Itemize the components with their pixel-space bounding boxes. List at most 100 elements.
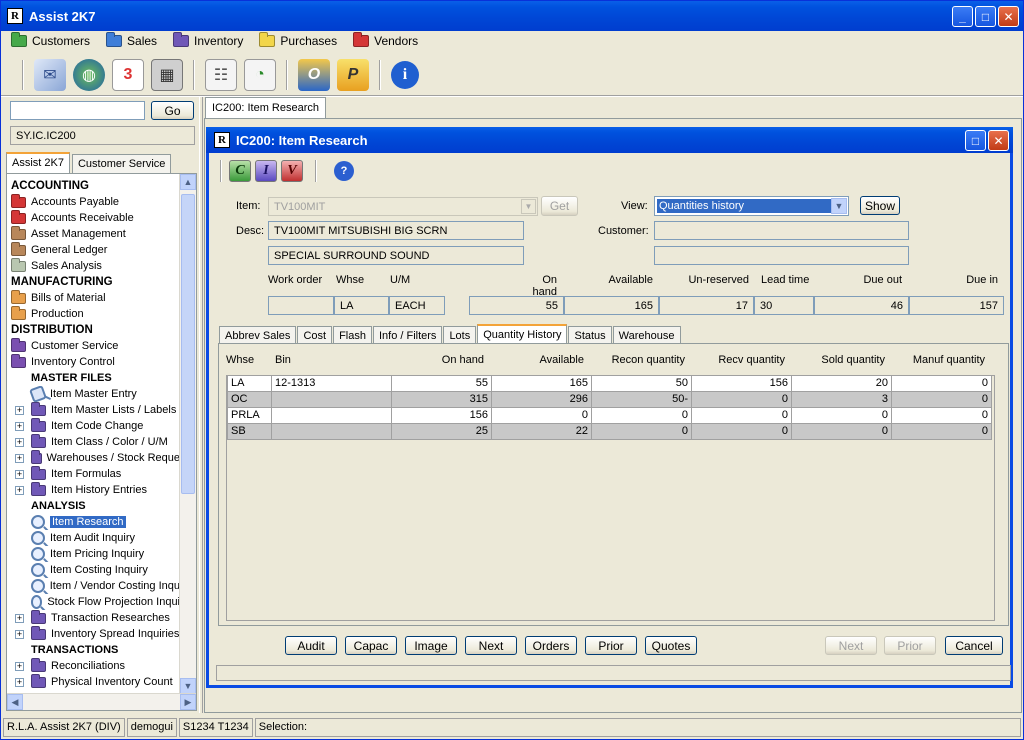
info-icon[interactable]: i — [391, 61, 419, 89]
tab-item-research[interactable]: IC200: Item Research — [205, 97, 326, 118]
inventory-icon[interactable]: I — [255, 160, 277, 182]
tree-folder-item[interactable]: Accounts Payable — [7, 194, 180, 210]
tree-folder-item[interactable]: + Item Class / Color / U/M — [7, 434, 180, 450]
menu-vendors[interactable]: Vendors — [347, 31, 424, 51]
tree-item-label: Accounts Receivable — [31, 212, 134, 224]
table-row[interactable]: LA 12-1313 55 165 50 156 20 0 — [227, 376, 992, 392]
expand-icon[interactable]: + — [15, 629, 24, 639]
tree-inquiry-item[interactable]: Item Costing Inquiry — [7, 562, 180, 578]
tree-folder-item[interactable]: + Item History Entries — [7, 482, 180, 498]
tree-folder-item[interactable]: + Item Code Change — [7, 418, 180, 434]
maximize-button[interactable]: □ — [975, 6, 996, 27]
tree-folder-item[interactable]: + Inventory Spread Inquiries — [7, 626, 180, 642]
tree-folder-item[interactable]: + Transaction Researches — [7, 610, 180, 626]
show-button[interactable]: Show — [860, 196, 900, 215]
tree-folder-item[interactable]: Inventory Control — [7, 354, 180, 370]
tree-folder-item[interactable]: Customer Service — [7, 338, 180, 354]
table-row[interactable]: PRLA 156 0 0 0 0 0 — [227, 408, 992, 424]
tree-inquiry-item[interactable]: Item Research — [7, 514, 180, 530]
tree-folder-item[interactable]: Sales Analysis — [7, 258, 180, 274]
table-row[interactable]: OC 315 296 50- 0 3 0 — [227, 392, 992, 408]
scroll-left-icon[interactable]: ◀ — [7, 694, 23, 710]
expand-icon[interactable]: + — [15, 453, 24, 463]
outlook-icon[interactable]: O — [298, 59, 330, 91]
tab-quantity-history[interactable]: Quantity History — [477, 324, 568, 345]
table-row[interactable]: SB 25 22 0 0 0 0 — [227, 424, 992, 440]
tree-folder-item[interactable]: General Ledger — [7, 242, 180, 258]
view-label: View: — [621, 200, 648, 212]
expand-icon[interactable]: + — [15, 437, 24, 447]
tree-inquiry-item[interactable]: Stock Flow Projection Inqui — [7, 594, 180, 610]
tree-folder-item[interactable]: Asset Management — [7, 226, 180, 242]
search-input[interactable] — [10, 101, 145, 120]
expand-icon[interactable]: + — [15, 661, 24, 671]
tree-horizontal-scrollbar[interactable]: ◀ ▶ — [7, 693, 196, 710]
col-whse: Whse — [226, 354, 255, 366]
tree-program-item[interactable]: Item Master Entry — [7, 386, 180, 402]
minimize-button[interactable]: _ — [952, 6, 973, 27]
title-bar[interactable]: R Assist 2K7 _ □ ✕ — [1, 1, 1023, 31]
tree-folder-item[interactable]: + Warehouses / Stock Reque — [7, 450, 180, 466]
menu-sales[interactable]: Sales — [100, 31, 163, 51]
expand-icon[interactable]: + — [15, 613, 24, 623]
expand-icon[interactable]: + — [15, 421, 24, 431]
prior-button[interactable]: Prior — [585, 636, 637, 655]
address-book-icon[interactable]: ☷ — [205, 59, 237, 91]
on-hand-field: 55 — [469, 296, 564, 315]
tree-folder-item[interactable]: Production — [7, 306, 180, 322]
expand-icon[interactable]: + — [15, 677, 24, 687]
capac-button[interactable]: Capac — [345, 636, 397, 655]
scroll-right-icon[interactable]: ▶ — [180, 694, 196, 710]
tree-inquiry-item[interactable]: Item Pricing Inquiry — [7, 546, 180, 562]
main-window: R Assist 2K7 _ □ ✕ Customers Sales Invento… — [0, 0, 1024, 740]
scroll-up-icon[interactable]: ▲ — [180, 174, 196, 190]
tab-assist-2k7[interactable]: Assist 2K7 — [6, 152, 70, 174]
calculator-icon[interactable]: ▦ — [151, 59, 183, 91]
tree-folder-item[interactable]: + Physical Inventory Count — [7, 674, 180, 690]
tree-folder-item[interactable]: + Item Master Lists / Labels — [7, 402, 180, 418]
vendor-icon[interactable]: V — [281, 160, 303, 182]
scroll-thumb[interactable] — [181, 194, 195, 494]
tree-inquiry-item[interactable]: Item / Vendor Costing Inqu — [7, 578, 180, 594]
audit-button[interactable]: Audit — [285, 636, 337, 655]
mail-icon[interactable]: ✉ — [34, 59, 66, 91]
item-research-window: R IC200: Item Research □ ✕ C I V ? Item:… — [206, 127, 1013, 688]
customer-icon[interactable]: C — [229, 160, 251, 182]
calendar-icon[interactable]: 3 — [112, 59, 144, 91]
magnifier-icon — [31, 579, 45, 593]
toolbar-separator — [220, 160, 222, 182]
tree-vertical-scrollbar[interactable]: ▲ ▼ — [179, 174, 196, 694]
chevron-down-icon[interactable]: ▼ — [831, 198, 847, 214]
quotes-button[interactable]: Quotes — [645, 636, 697, 655]
tree-folder-item[interactable]: Bills of Material — [7, 290, 180, 306]
globe-icon[interactable]: ◍ — [73, 59, 105, 91]
tree-folder-item[interactable]: + Reconciliations — [7, 658, 180, 674]
folder-icon — [31, 466, 46, 480]
help-icon[interactable]: ? — [334, 161, 354, 181]
scroll-down-icon[interactable]: ▼ — [180, 678, 196, 694]
cancel-button[interactable]: Cancel — [945, 636, 1003, 655]
tree-folder-item[interactable]: Accounts Receivable — [7, 210, 180, 226]
image-button[interactable]: Image — [405, 636, 457, 655]
window-maximize-button[interactable]: □ — [965, 130, 986, 151]
menu-inventory[interactable]: Inventory — [167, 31, 249, 51]
window-close-button[interactable]: ✕ — [988, 130, 1009, 151]
header-due-in: Due in — [966, 274, 998, 286]
tree-inquiry-item[interactable]: Item Audit Inquiry — [7, 530, 180, 546]
expand-icon[interactable]: + — [15, 485, 24, 495]
chart-icon[interactable]: ◔ — [244, 59, 276, 91]
next-button[interactable]: Next — [465, 636, 517, 655]
expand-icon[interactable]: + — [15, 405, 24, 415]
tab-customer-service[interactable]: Customer Service — [71, 154, 172, 174]
tree-folder-item[interactable]: + Item Formulas — [7, 466, 180, 482]
p-icon[interactable]: P — [337, 59, 369, 91]
item-research-title-bar[interactable]: R IC200: Item Research □ ✕ — [206, 127, 1013, 153]
splitter[interactable] — [199, 97, 203, 713]
menu-purchases[interactable]: Purchases — [253, 31, 343, 51]
go-button[interactable]: Go — [151, 101, 194, 120]
menu-customers[interactable]: Customers — [5, 31, 96, 51]
view-select[interactable]: Quantities history ▼ — [654, 196, 849, 216]
expand-icon[interactable]: + — [15, 469, 24, 479]
close-button[interactable]: ✕ — [998, 6, 1019, 27]
orders-button[interactable]: Orders — [525, 636, 577, 655]
